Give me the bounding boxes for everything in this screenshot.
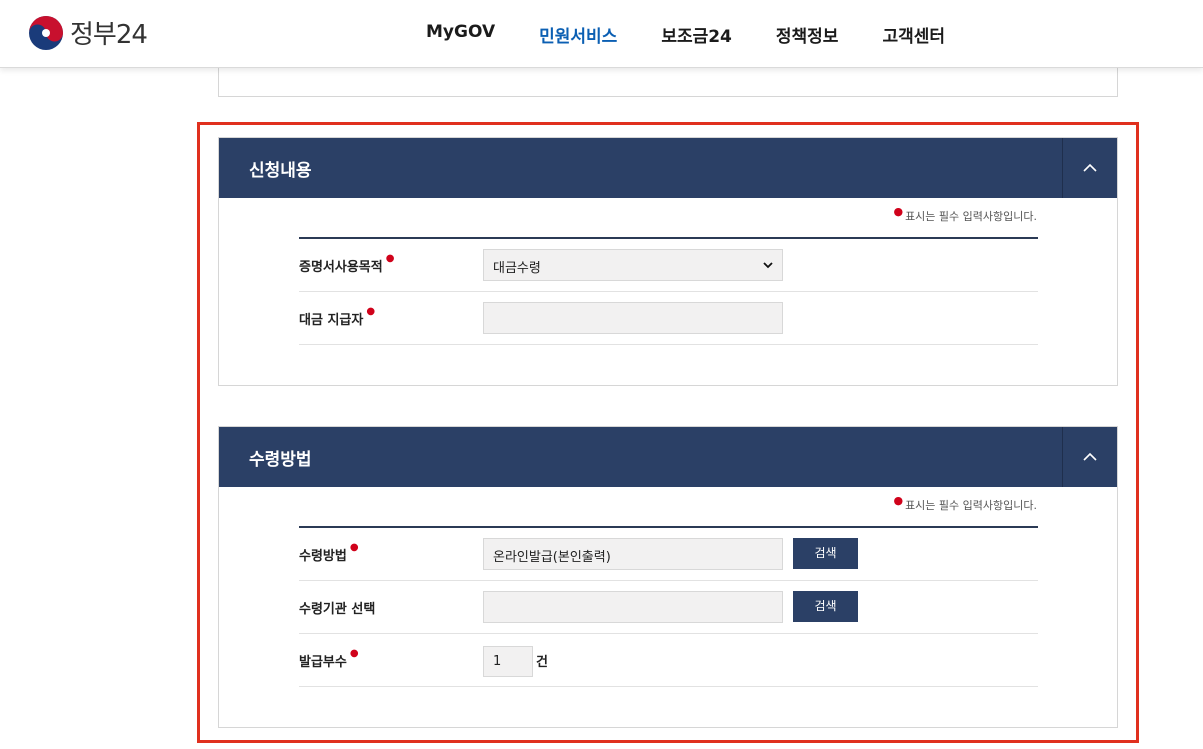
payer-input[interactable]	[483, 302, 783, 334]
purpose-select[interactable]: 대금수령	[483, 249, 783, 281]
method-search-button[interactable]: 검색	[793, 538, 858, 569]
field-label: 수령기관 선택	[299, 602, 376, 617]
required-dot-icon: ●	[893, 205, 904, 218]
form-row: 수령기관 선택 검색	[299, 581, 1038, 634]
section-title: 수령방법	[249, 450, 312, 470]
required-note: ● 표시는 필수 입력사항입니다.	[893, 494, 1037, 512]
required-mark-icon: ●	[385, 253, 395, 264]
required-mark-icon: ●	[349, 542, 359, 553]
application-section: 신청내용 ● 표시는 필수 입력사항입니다. 증명서사용목적● 대금수령 대금 지…	[218, 137, 1118, 386]
nav-policy-info[interactable]: 정책정보	[776, 20, 839, 49]
receipt-section-header: 수령방법	[219, 427, 1117, 487]
logo-text: 정부24	[70, 20, 148, 50]
collapse-button[interactable]	[1062, 427, 1117, 487]
required-mark-icon: ●	[366, 306, 376, 317]
application-form: 증명서사용목적● 대금수령 대금 지급자●	[299, 237, 1038, 345]
section-title: 신청내용	[249, 161, 312, 181]
form-row: 발급부수● 1 건	[299, 634, 1038, 687]
agency-search-button[interactable]: 검색	[793, 591, 858, 622]
form-row: 증명서사용목적● 대금수령	[299, 239, 1038, 292]
chevron-up-icon	[1083, 452, 1097, 461]
copies-unit: 건	[536, 655, 548, 670]
form-row: 수령방법● 온라인발급(본인출력) 검색	[299, 528, 1038, 581]
nav-mygov[interactable]: MyGOV	[426, 20, 495, 49]
required-dot-icon: ●	[893, 494, 904, 507]
receipt-section: 수령방법 ● 표시는 필수 입력사항입니다. 수령방법● 온라인발급(본인출력) …	[218, 426, 1118, 728]
taegeuk-logo-icon	[29, 15, 63, 50]
field-label: 수령방법●	[299, 542, 359, 564]
copies-input[interactable]: 1	[483, 646, 533, 677]
logo[interactable]: 정부24	[28, 14, 148, 51]
nav-civil-service[interactable]: 민원서비스	[539, 20, 617, 49]
agency-field[interactable]	[483, 591, 783, 623]
chevron-up-icon	[1083, 163, 1097, 172]
receipt-form: 수령방법● 온라인발급(본인출력) 검색 수령기관 선택 검색 발급부수● 1 …	[299, 526, 1038, 687]
receipt-method-field[interactable]: 온라인발급(본인출력)	[483, 538, 783, 570]
field-label: 증명서사용목적●	[299, 253, 395, 275]
nav-customer-center[interactable]: 고객센터	[882, 20, 945, 49]
form-row: 대금 지급자●	[299, 292, 1038, 345]
field-label: 대금 지급자●	[299, 306, 376, 328]
required-note: ● 표시는 필수 입력사항입니다.	[893, 205, 1037, 223]
collapse-button[interactable]	[1062, 138, 1117, 198]
nav-subsidy24[interactable]: 보조금24	[661, 20, 732, 49]
field-label: 발급부수●	[299, 648, 359, 670]
site-header: 정부24 MyGOV 민원서비스 보조금24 정책정보 고객센터	[0, 0, 1203, 68]
application-section-header: 신청내용	[219, 138, 1117, 198]
main-nav: MyGOV 민원서비스 보조금24 정책정보 고객센터	[404, 20, 967, 49]
chevron-down-icon	[763, 262, 773, 269]
required-mark-icon: ●	[349, 648, 359, 659]
